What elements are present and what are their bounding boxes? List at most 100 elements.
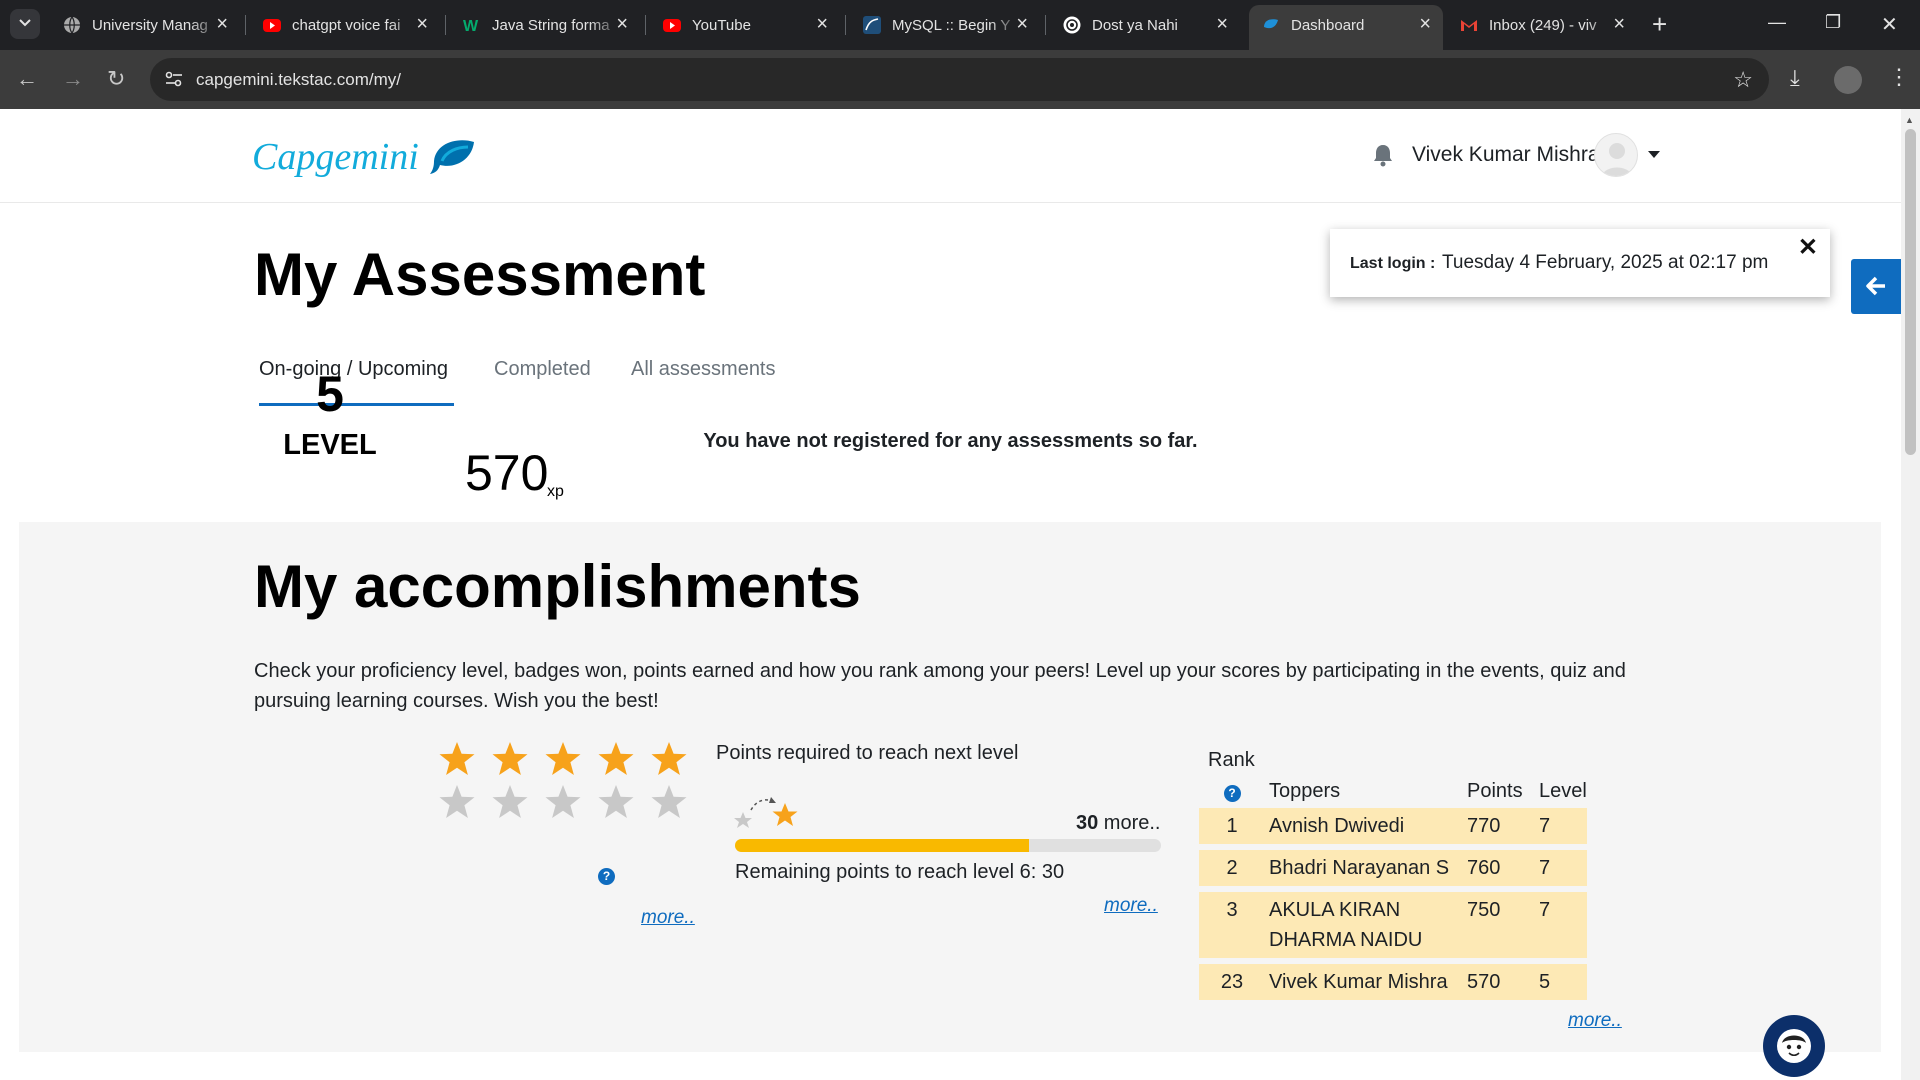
- rank-more-link[interactable]: more..: [1568, 1010, 1622, 1032]
- accomplishments-title: My accomplishments: [254, 553, 861, 620]
- filled-star-icon: [492, 742, 528, 775]
- download-icon[interactable]: ⤓: [1790, 65, 1800, 91]
- youtube-icon: [263, 19, 281, 32]
- points-cell: 570: [1467, 964, 1539, 1000]
- browser-tab[interactable]: chatgpt voice fai ×: [250, 5, 440, 45]
- table-row: 23 Vivek Kumar Mishra 570 5: [1199, 964, 1587, 1000]
- close-window-icon[interactable]: ✕: [1881, 12, 1898, 37]
- capgemini-logo[interactable]: Capgemini: [252, 131, 478, 192]
- points-cell: 760: [1467, 850, 1539, 886]
- accomplishments-section: My accomplishments Check your proficienc…: [19, 522, 1881, 1052]
- toppers-table: ? Toppers Points Level 1 Avnish Dwivedi 77…: [1199, 774, 1587, 1000]
- level-cell: 7: [1539, 808, 1587, 844]
- browser-tab[interactable]: Inbox (249) - viv ×: [1447, 5, 1637, 45]
- reload-icon[interactable]: ↻: [107, 66, 125, 92]
- browser-tab[interactable]: MySQL :: Begin Y ×: [850, 5, 1040, 45]
- capgemini-logo-image: Capgemini: [252, 136, 474, 178]
- column-header-points: Points: [1467, 779, 1523, 802]
- close-tab-icon[interactable]: ×: [616, 13, 628, 36]
- back-icon[interactable]: ←: [16, 66, 38, 92]
- points-more-count: 30 more..: [1076, 812, 1161, 835]
- empty-star-icon: [439, 785, 475, 818]
- tab-title: MySQL :: Begin Y: [892, 17, 1011, 34]
- mysql-icon: [863, 16, 881, 34]
- chatbot-button[interactable]: [1763, 1015, 1825, 1077]
- open-block-drawer-button[interactable]: [1851, 259, 1901, 314]
- page-viewport: Capgemini Vivek Kumar Mishra My Assessme…: [0, 109, 1901, 1080]
- browser-tab[interactable]: University Manag ×: [50, 5, 240, 45]
- xp-more-link[interactable]: more..: [641, 907, 695, 929]
- last-login-value: Tuesday 4 February, 2025 at 02:17 pm: [1442, 252, 1769, 273]
- capgemini-icon: [1264, 19, 1278, 29]
- tab-title: Dashboard: [1291, 17, 1365, 34]
- user-avatar[interactable]: [1594, 133, 1638, 177]
- notification-bell-icon[interactable]: [1372, 143, 1394, 167]
- site-info-icon[interactable]: [164, 70, 184, 88]
- empty-star-icon: [545, 785, 581, 818]
- points-cell: 770: [1467, 808, 1539, 844]
- rank-cell: 1: [1199, 808, 1265, 844]
- page-scrollbar[interactable]: ▲: [1901, 109, 1920, 1080]
- rank-cell: 3: [1199, 892, 1265, 958]
- close-tab-icon[interactable]: ×: [216, 13, 228, 36]
- close-tab-icon[interactable]: ×: [1419, 13, 1431, 36]
- browser-tab[interactable]: YouTube ×: [650, 5, 840, 45]
- restore-icon[interactable]: ❐: [1825, 12, 1841, 33]
- rank-cell: 2: [1199, 850, 1265, 886]
- url-text: capgemini.tekstac.com/my/: [196, 70, 402, 89]
- topper-name-cell: Vivek Kumar Mishra: [1265, 964, 1467, 1000]
- rank-help-icon[interactable]: ?: [1223, 784, 1241, 802]
- browser-toolbar: ← → ↻ capgemini.tekstac.com/my/ ☆ ⤓: [0, 50, 1920, 109]
- chevron-down-icon: [19, 19, 31, 27]
- xp-unit: xp: [547, 483, 564, 500]
- level-cell: 7: [1539, 892, 1587, 958]
- topper-name-cell: AKULA KIRAN DHARMA NAIDU: [1265, 892, 1467, 958]
- points-required-title: Points required to reach next level: [716, 742, 1019, 764]
- tab-title: YouTube: [692, 17, 751, 34]
- points-more-suffix: more..: [1098, 812, 1161, 834]
- minimize-icon[interactable]: —: [1768, 12, 1786, 33]
- browser-menu-icon[interactable]: ⋮: [1888, 64, 1910, 90]
- browser-tab[interactable]: Dost ya Nahi ×: [1050, 5, 1240, 45]
- close-tab-icon[interactable]: ×: [416, 13, 428, 36]
- points-cell: 750: [1467, 892, 1539, 958]
- table-row: 1 Avnish Dwivedi 770 7: [1199, 808, 1587, 844]
- browser-profile-avatar[interactable]: [1834, 66, 1862, 94]
- tab-separator: [445, 15, 446, 35]
- chatbot-face-icon: [1777, 1029, 1811, 1063]
- filled-star-icon: [598, 742, 634, 775]
- close-tab-icon[interactable]: ×: [1613, 13, 1625, 36]
- user-name[interactable]: Vivek Kumar Mishra: [1412, 143, 1600, 167]
- points-more-link[interactable]: more..: [1104, 895, 1158, 917]
- browser-tab-active[interactable]: Dashboard ×: [1249, 5, 1443, 50]
- close-tab-icon[interactable]: ×: [1016, 13, 1028, 36]
- svg-text:W: W: [463, 18, 479, 35]
- tab-title: Inbox (249) - viv: [1489, 17, 1597, 34]
- last-login-label: Last login :: [1350, 255, 1436, 272]
- rank-help-cell: ?: [1199, 774, 1265, 808]
- xp-help-icon[interactable]: ?: [598, 868, 615, 885]
- close-popup-icon[interactable]: ✕: [1798, 233, 1818, 262]
- scrollbar-thumb[interactable]: [1905, 129, 1916, 455]
- tab-completed[interactable]: Completed: [494, 358, 591, 381]
- address-bar[interactable]: capgemini.tekstac.com/my/ ☆: [150, 58, 1769, 101]
- toppers-table-body: 1 Avnish Dwivedi 770 7 2 Bhadri Narayanan S 76…: [1199, 808, 1587, 1000]
- rank-header: Rank: [1208, 749, 1255, 771]
- empty-star-icon: [598, 785, 634, 818]
- tab-separator: [245, 15, 246, 35]
- tab-search-button[interactable]: [10, 9, 40, 39]
- tab-separator: [845, 15, 846, 35]
- browser-tab-bar: University Manag × chatgpt voice fai × W…: [0, 0, 1920, 50]
- forward-icon[interactable]: →: [62, 66, 84, 92]
- rank-cell: 23: [1199, 964, 1265, 1000]
- close-tab-icon[interactable]: ×: [1216, 13, 1228, 36]
- new-tab-button[interactable]: +: [1652, 10, 1667, 38]
- user-menu-caret-icon[interactable]: [1648, 151, 1660, 158]
- tab-all-assessments[interactable]: All assessments: [631, 358, 776, 381]
- bookmark-star-icon[interactable]: ☆: [1733, 67, 1753, 93]
- browser-tab[interactable]: W Java String forma ×: [450, 5, 640, 45]
- last-login-popup: Last login : Tuesday 4 February, 2025 at…: [1330, 229, 1830, 297]
- scroll-up-arrow-icon[interactable]: ▲: [1905, 115, 1914, 125]
- close-tab-icon[interactable]: ×: [816, 13, 828, 36]
- level-progress-fill: [735, 839, 1029, 852]
